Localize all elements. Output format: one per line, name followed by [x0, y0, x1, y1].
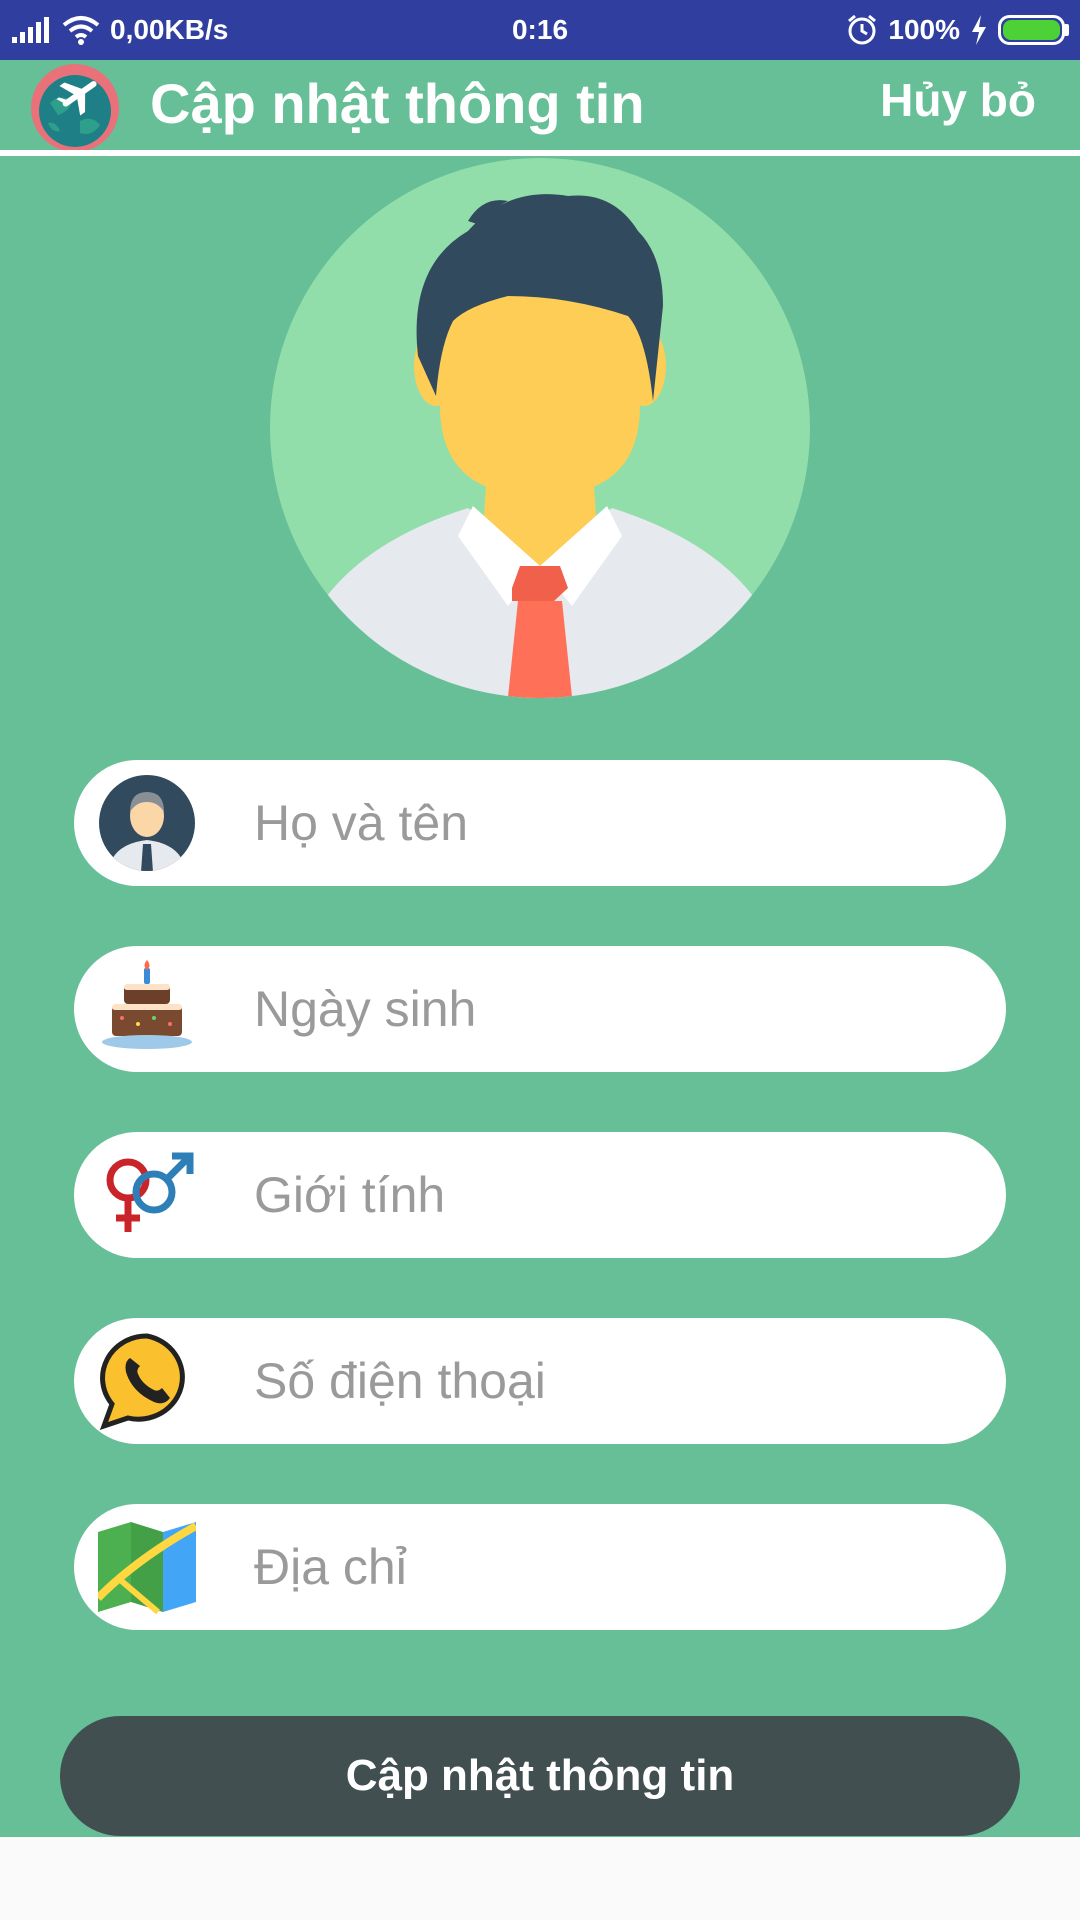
battery-icon	[998, 15, 1069, 45]
update-info-button[interactable]: Cập nhật thông tin	[60, 1716, 1020, 1836]
gender-symbols-icon	[106, 1152, 194, 1232]
person-icon	[99, 775, 195, 871]
globe-airplane-logo	[31, 64, 119, 152]
alarm-icon	[848, 14, 877, 45]
phone-input[interactable]	[254, 1318, 974, 1444]
avatar[interactable]	[268, 156, 812, 700]
gender-field[interactable]	[74, 1132, 1006, 1258]
phone-icon	[99, 1333, 185, 1430]
birthday-cake-icon	[102, 960, 192, 1049]
charging-icon	[972, 15, 986, 45]
birthday-input[interactable]	[254, 946, 974, 1072]
gender-input[interactable]	[254, 1132, 974, 1258]
battery-percent: 100%	[888, 14, 960, 45]
status-right: 100%	[846, 0, 1070, 60]
cancel-button[interactable]: Hủy bỏ	[880, 60, 1036, 140]
birthday-field[interactable]	[74, 946, 1006, 1072]
phone-field[interactable]	[74, 1318, 1006, 1444]
address-input[interactable]	[254, 1504, 974, 1630]
full-name-field[interactable]	[74, 760, 1006, 886]
main-content: Cập nhật thông tin Hủy bỏ Họ và tên Ngày…	[0, 60, 1080, 1837]
bottom-area	[0, 1837, 1080, 1920]
full-name-input[interactable]	[254, 760, 974, 886]
map-icon	[98, 1522, 196, 1615]
app-bar: Cập nhật thông tin Hủy bỏ	[0, 60, 1080, 152]
address-field[interactable]	[74, 1504, 1006, 1630]
status-bar: 0,00KB/s 0:16 100%	[0, 0, 1080, 60]
page-title: Cập nhật thông tin	[150, 72, 645, 135]
